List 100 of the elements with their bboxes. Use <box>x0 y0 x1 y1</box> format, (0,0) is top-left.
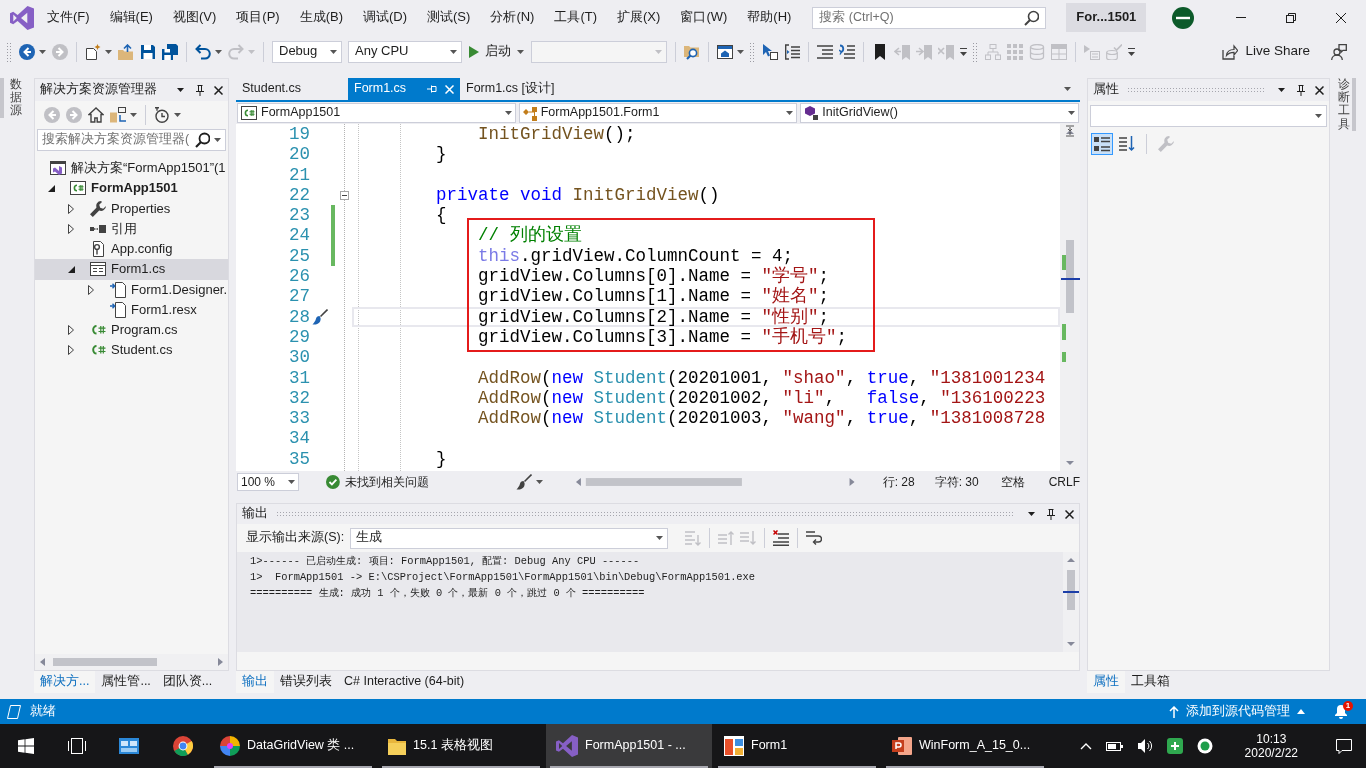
menu-item[interactable]: 生成(B) <box>289 9 353 26</box>
panel-tab[interactable]: 团队资... <box>156 671 219 693</box>
dropdown-field[interactable]: FormApp1501 <box>237 103 516 123</box>
window-app-icon <box>724 736 744 756</box>
taskbar-button[interactable]: WinForm_A_15_0... <box>882 724 1048 768</box>
windows-logo-icon <box>18 738 34 754</box>
text-lines-icon <box>817 43 833 60</box>
tree-item[interactable]: Form1.cs <box>35 259 228 280</box>
start-button[interactable]: 启动 <box>465 39 528 64</box>
document-tab[interactable]: Form1.cs [设计] <box>460 78 572 100</box>
menu-item[interactable]: 工具(T) <box>544 9 608 26</box>
panel-tab[interactable]: 工具箱 <box>1125 671 1176 693</box>
menu-item[interactable]: 测试(S) <box>417 9 481 26</box>
panel-tab[interactable]: 解决方... <box>34 671 96 693</box>
taskbar-button[interactable]: FormApp1501 - ... <box>546 724 712 768</box>
tree-item[interactable]: 引用 <box>35 218 228 239</box>
line-number: 31 <box>288 367 310 388</box>
config-file-icon <box>90 241 106 258</box>
slides-app-icon <box>892 736 912 756</box>
pin-icon <box>194 84 205 96</box>
arrow-up-icon <box>1169 705 1179 718</box>
taskbar-button[interactable]: DataGridView 类 ... <box>210 724 376 768</box>
output-line: 1>------ 已启动生成: 项目: FormApp1501, 配置: Debug Any CPU ------ <box>250 554 640 569</box>
open-folder-icon <box>118 43 134 60</box>
object-dropdown-field[interactable] <box>1090 105 1327 127</box>
menu-item[interactable]: 帮助(H) <box>737 9 802 26</box>
tree-item[interactable]: Properties <box>35 198 228 219</box>
taskbar-button[interactable]: Form1 <box>714 724 880 768</box>
menu-item[interactable]: 调试(D) <box>353 9 418 26</box>
cursor-line-text[interactable]: 行: 28 <box>882 474 915 490</box>
overflow-caret-icon <box>960 47 967 56</box>
menu-item[interactable]: 窗口(W) <box>670 9 738 26</box>
browser-window-icon <box>717 43 733 60</box>
brush-icon <box>516 474 533 490</box>
tree-item[interactable]: Student.cs <box>35 340 228 361</box>
live-share-button[interactable]: Live Share <box>1218 38 1314 65</box>
solution-name-badge[interactable]: For...1501 <box>1066 3 1147 32</box>
source-control-button[interactable]: 添加到源代码管理 <box>1166 700 1308 723</box>
dropdown-field[interactable]: FormApp1501.Form1 <box>518 103 798 123</box>
lines-down-arrow-icon <box>740 530 757 546</box>
play-icon <box>469 45 479 58</box>
line-number: 24 <box>288 225 310 246</box>
cursor-column-text[interactable]: 字符: 30 <box>934 474 979 490</box>
check-circle-icon <box>326 475 341 489</box>
panel-tab[interactable]: 错误列表 <box>274 671 338 693</box>
notification-badge[interactable]: 1 <box>1343 701 1353 711</box>
line-ending-text[interactable]: CRLF <box>1048 474 1080 490</box>
menu-item[interactable]: 分析(N) <box>480 9 545 26</box>
zoom-dropdown[interactable]: 100 % <box>237 473 300 491</box>
dropdown-field[interactable]: 生成 <box>350 527 669 549</box>
dropdown-field[interactable]: Debug <box>272 40 342 63</box>
caret-down-icon <box>1278 88 1285 92</box>
tree-item[interactable]: Form1.Designer. <box>35 279 228 300</box>
tree-item[interactable]: 解决方案“FormApp1501”(1 <box>35 158 228 179</box>
table-icon <box>1051 43 1067 60</box>
list-indent-icon <box>784 43 800 60</box>
dropdown-field[interactable]: InitGridView() <box>800 103 1079 123</box>
caret-down-icon <box>330 49 337 54</box>
lines-up-arrow-icon <box>718 530 735 546</box>
menu-item[interactable]: 项目(P) <box>226 9 290 26</box>
side-tab[interactable]: 诊断工具 <box>1334 78 1356 131</box>
wrap-arrow-icon <box>806 530 823 546</box>
document-tab[interactable]: Form1.cs <box>348 78 460 100</box>
code-line: AddRow(new Student(20201001, "shao", true, "1381001234 <box>478 367 1046 388</box>
menu-item[interactable]: 文件(F) <box>37 9 100 26</box>
panel-tab[interactable]: 输出 <box>236 671 274 693</box>
pin-icon <box>427 84 437 94</box>
save-all-icon <box>162 43 178 60</box>
code-project-icon <box>241 105 257 121</box>
panel-tab[interactable]: C# Interactive (64-bit) <box>338 671 471 693</box>
document-tab[interactable]: Student.cs <box>236 78 348 100</box>
tree-item[interactable]: FormApp1501 <box>35 178 228 199</box>
bookmark-icon <box>872 43 888 60</box>
line-number: 22 <box>288 184 310 206</box>
panel-tab[interactable]: 属性 <box>1087 671 1125 693</box>
menu-item[interactable]: 编辑(E) <box>99 9 163 26</box>
menu-item[interactable]: 扩展(X) <box>607 9 671 26</box>
search-field[interactable]: 搜索 (Ctrl+Q) <box>812 6 1047 29</box>
form-window-icon <box>90 261 106 278</box>
pane-title: 解决方案资源管理器 <box>40 82 157 98</box>
minimize-icon <box>1236 17 1246 18</box>
overflow-caret-icon <box>1128 47 1135 56</box>
class-icon <box>522 105 537 121</box>
tree-item[interactable]: App.config <box>35 239 228 260</box>
menu-item[interactable]: 视图(V) <box>162 9 227 26</box>
taskbar-button[interactable]: 15.1 表格视图 <box>378 724 544 768</box>
caret-down-icon <box>656 536 664 540</box>
dropdown-field[interactable]: Any CPU <box>348 40 462 63</box>
panel-tab[interactable]: 属性管... <box>95 671 157 693</box>
indent-mode-text[interactable]: 空格 <box>1000 474 1025 490</box>
tree-item[interactable]: Form1.resx <box>35 299 228 320</box>
line-number: 28 <box>288 306 310 327</box>
database-check-icon <box>1106 43 1122 60</box>
line-number: 34 <box>288 428 310 449</box>
bell-icon <box>1334 704 1348 719</box>
tree-item[interactable]: Program.cs <box>35 320 228 341</box>
search-field[interactable]: 搜索解决方案资源管理器( <box>37 129 226 151</box>
side-tab[interactable]: 数据源 <box>0 78 22 118</box>
line-number: 27 <box>288 286 310 307</box>
share-icon <box>1222 43 1239 60</box>
